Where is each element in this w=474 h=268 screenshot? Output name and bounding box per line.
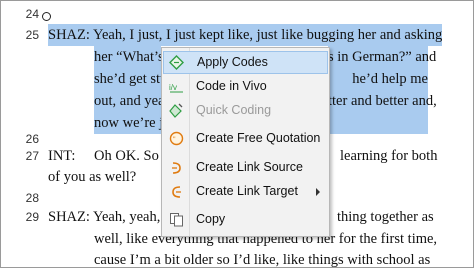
transcript-text[interactable]: thing together as	[337, 206, 434, 228]
speaker-label: INT:	[48, 148, 76, 164]
transcript-text[interactable]: cause I’m a bit older so I’d like, like …	[94, 249, 430, 267]
transcript-text[interactable]: her “What’s	[94, 46, 164, 68]
transcript-text[interactable]: out, and yeal	[94, 90, 169, 112]
code-in-vivo-icon: i/v	[169, 79, 184, 94]
line-number: 28	[25, 191, 39, 205]
svg-text:i/v: i/v	[169, 83, 177, 92]
link-target-icon	[169, 184, 184, 199]
text-cursor-circle	[42, 12, 51, 21]
menu-item-label: Copy	[196, 212, 226, 226]
line-number: 25	[25, 28, 39, 42]
apply-codes-icon	[169, 55, 184, 70]
transcript-text[interactable]: he’d help me	[328, 68, 428, 90]
quick-coding-icon	[169, 103, 184, 118]
menu-item-quick-coding[interactable]: Quick Coding	[163, 99, 328, 122]
line-number: 26	[25, 132, 39, 146]
line-number: 29	[25, 210, 39, 224]
transcript-text[interactable]: SHAZ: Yeah, I just, I just kept like, ju…	[48, 24, 443, 46]
menu-item-label: Quick Coding	[196, 103, 272, 117]
link-source-icon	[169, 160, 184, 175]
menu-item-apply-codes[interactable]: Apply Codes	[163, 51, 328, 74]
submenu-arrow-icon	[316, 188, 320, 196]
transcript-text[interactable]: s in German?” and	[328, 46, 436, 68]
line-number: 24	[25, 7, 39, 21]
transcript-text[interactable]: she’d get stu	[94, 68, 167, 90]
menu-item-copy[interactable]: Copy	[163, 208, 328, 231]
transcript-document[interactable]: 24 25 SHAZ: Yeah, I just, I just kept li…	[0, 0, 474, 268]
context-menu: Apply Codes i/v Code in Vivo Quick Codin…	[161, 47, 330, 237]
menu-item-create-free-quotation[interactable]: " Create Free Quotation	[163, 127, 328, 150]
transcript-text[interactable]: of you as well?	[48, 166, 136, 188]
transcript-text[interactable]: tter and better and,	[328, 90, 437, 112]
menu-item-label: Apply Codes	[197, 55, 268, 69]
transcript-text[interactable]: Oh OK. So t	[94, 145, 167, 167]
menu-item-create-link-source[interactable]: Create Link Source	[163, 156, 328, 179]
menu-item-label: Create Free Quotation	[196, 131, 321, 145]
line-number: 27	[25, 149, 39, 163]
menu-item-label: Code in Vivo	[196, 79, 267, 93]
menu-item-label: Create Link Target	[196, 184, 298, 198]
copy-icon	[169, 212, 184, 227]
menu-item-create-link-target[interactable]: Create Link Target	[163, 180, 328, 203]
menu-item-code-in-vivo[interactable]: i/v Code in Vivo	[163, 75, 328, 98]
transcript-text[interactable]: SHAZ: Yeah, yeah, v	[48, 206, 171, 228]
free-quotation-icon: "	[169, 131, 184, 146]
transcript-text[interactable]: learning for both	[340, 145, 437, 167]
menu-item-label: Create Link Source	[196, 160, 304, 174]
